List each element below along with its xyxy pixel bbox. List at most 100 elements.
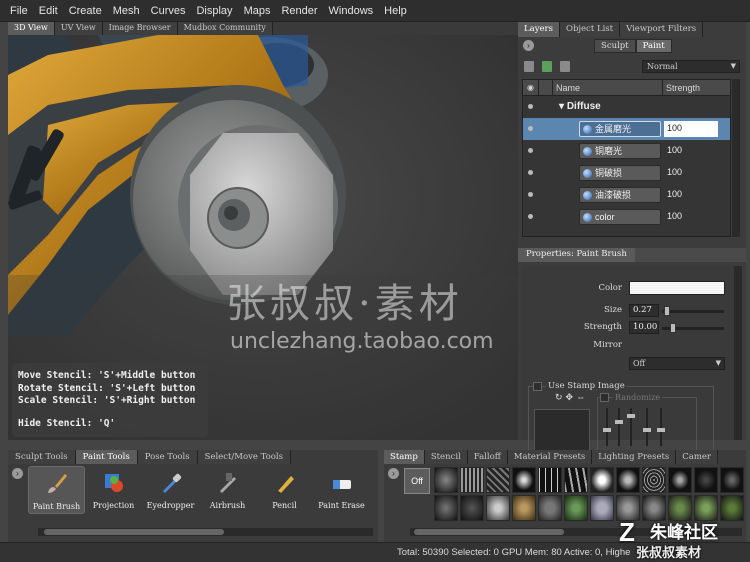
layer-name-chip[interactable]: 铜破损	[579, 165, 661, 181]
tool-projection[interactable]: Projection	[85, 466, 142, 514]
layer-group-diffuse[interactable]: ▾ Diffuse	[523, 96, 730, 118]
lock-icon[interactable]	[539, 80, 553, 95]
menu-render[interactable]: Render	[281, 5, 317, 17]
stamp-thumbnail[interactable]	[720, 467, 744, 493]
move-icon[interactable]: ✥	[566, 392, 574, 403]
stamp-thumbnail[interactable]	[486, 495, 510, 521]
layer-row[interactable]: 金属磨光 100	[523, 118, 730, 140]
randomize-checkbox[interactable]	[600, 393, 609, 402]
expand-triangle-icon[interactable]: ▾	[559, 101, 567, 112]
layer-name-chip[interactable]: 金属磨光	[579, 121, 661, 137]
menu-edit[interactable]: Edit	[39, 5, 58, 17]
size-slider-knob[interactable]	[664, 306, 670, 316]
strength-slider-knob[interactable]	[670, 323, 676, 333]
tab-uv-view[interactable]: UV View	[54, 22, 103, 35]
stamp-thumbnail[interactable]	[486, 467, 510, 493]
tool-airbrush[interactable]: Airbrush	[199, 466, 256, 514]
stamp-thumbnail[interactable]	[694, 467, 718, 493]
stamp-thumbnail[interactable]	[512, 467, 536, 493]
layer-name-chip[interactable]: color	[579, 209, 661, 225]
tab-falloff[interactable]: Falloff	[467, 450, 508, 464]
tool-pencil[interactable]: Pencil	[256, 466, 313, 514]
eye-icon[interactable]: ◉	[523, 80, 539, 95]
stamp-thumbnail[interactable]	[564, 467, 588, 493]
strength-field[interactable]: 10.00	[629, 321, 659, 334]
visibility-dot-icon[interactable]	[528, 170, 533, 175]
scroll-thumb[interactable]	[44, 529, 224, 535]
menu-create[interactable]: Create	[69, 5, 102, 17]
tab-3d-view[interactable]: 3D View	[8, 22, 55, 35]
menu-mesh[interactable]: Mesh	[113, 5, 140, 17]
menu-windows[interactable]: Windows	[329, 5, 374, 17]
stamp-thumbnail[interactable]	[538, 495, 562, 521]
shelf-expand-icon[interactable]: ›	[388, 468, 399, 479]
tool-shelf-scrollbar[interactable]	[38, 528, 373, 536]
new-layer-icon[interactable]	[524, 61, 534, 72]
tab-mudbox-community[interactable]: Mudbox Community	[177, 22, 273, 35]
shelf-expand-icon[interactable]: ›	[12, 468, 23, 479]
stamp-thumbnail[interactable]	[668, 467, 692, 493]
stamp-thumbnail[interactable]	[590, 467, 614, 493]
tool-paint-erase[interactable]: Paint Erase	[313, 466, 370, 514]
tab-image-browser[interactable]: Image Browser	[102, 22, 178, 35]
tab-stencil[interactable]: Stencil	[424, 450, 468, 464]
random-slider[interactable]	[643, 408, 651, 446]
stamp-thumbnail[interactable]	[434, 495, 458, 521]
tab-object-list[interactable]: Object List	[559, 22, 621, 37]
sculpt-mode-button[interactable]: Sculpt	[594, 39, 636, 53]
layers-scrollbar[interactable]	[732, 79, 740, 237]
visibility-dot-icon[interactable]	[528, 192, 533, 197]
layer-row[interactable]: 油漆破损 100	[523, 184, 730, 206]
stamp-thumbnail[interactable]	[564, 495, 588, 521]
random-slider[interactable]	[627, 408, 635, 446]
stamp-thumbnail[interactable]	[512, 495, 536, 521]
random-slider[interactable]	[615, 408, 623, 446]
blend-mode-select[interactable]: Normal ▼	[642, 60, 740, 73]
stamp-thumbnail[interactable]	[434, 467, 458, 493]
stamp-thumbnail[interactable]	[538, 467, 562, 493]
flip-icon[interactable]: ⇔	[576, 392, 585, 403]
visibility-dot-icon[interactable]	[528, 104, 533, 109]
panel-expand-icon[interactable]: ›	[523, 40, 534, 51]
stamp-thumbnail[interactable]	[616, 467, 640, 493]
visibility-dot-icon[interactable]	[528, 214, 533, 219]
layer-row[interactable]: 铜破损 100	[523, 162, 730, 184]
tab-paint-tools[interactable]: Paint Tools	[75, 450, 138, 464]
paint-mode-button[interactable]: Paint	[635, 39, 672, 53]
tab-select-move-tools[interactable]: Select/Move Tools	[197, 450, 291, 464]
tab-viewport-filters[interactable]: Viewport Filters	[620, 22, 704, 37]
properties-scrollbar[interactable]	[734, 266, 742, 440]
menu-maps[interactable]: Maps	[244, 5, 271, 17]
menu-help[interactable]: Help	[384, 5, 407, 17]
stamp-thumbnail[interactable]	[460, 495, 484, 521]
random-slider[interactable]	[603, 408, 611, 446]
tool-paint-brush[interactable]: Paint Brush	[28, 466, 85, 514]
menu-curves[interactable]: Curves	[151, 5, 186, 17]
menu-file[interactable]: File	[10, 5, 28, 17]
tab-pose-tools[interactable]: Pose Tools	[137, 450, 198, 464]
tab-stamp[interactable]: Stamp	[384, 450, 425, 464]
mirror-select[interactable]: Off ▼	[629, 357, 725, 370]
tab-lighting-presets[interactable]: Lighting Presets	[592, 450, 677, 464]
stamp-thumbnail[interactable]	[590, 495, 614, 521]
tab-material-presets[interactable]: Material Presets	[507, 450, 593, 464]
tab-layers[interactable]: Layers	[518, 22, 560, 37]
color-swatch[interactable]	[629, 281, 725, 295]
layer-name-chip[interactable]: 油漆破损	[579, 187, 661, 203]
tab-sculpt-tools[interactable]: Sculpt Tools	[8, 450, 76, 464]
size-field[interactable]: 0.27	[629, 304, 659, 317]
visibility-dot-icon[interactable]	[528, 126, 533, 131]
scroll-thumb[interactable]	[414, 529, 564, 535]
tab-camera[interactable]: Camer	[676, 450, 718, 464]
layer-row[interactable]: 铜磨光 100	[523, 140, 730, 162]
strength-slider[interactable]	[662, 323, 724, 333]
visibility-dot-icon[interactable]	[528, 148, 533, 153]
menu-display[interactable]: Display	[196, 5, 232, 17]
rotate-icon[interactable]: ↻	[555, 392, 563, 403]
size-slider[interactable]	[662, 306, 724, 316]
use-stamp-checkbox[interactable]	[533, 382, 542, 391]
stamp-thumbnail[interactable]	[460, 467, 484, 493]
layer-name-chip[interactable]: 铜磨光	[579, 143, 661, 159]
duplicate-layer-icon[interactable]	[542, 61, 552, 72]
stamp-thumbnail[interactable]	[642, 467, 666, 493]
